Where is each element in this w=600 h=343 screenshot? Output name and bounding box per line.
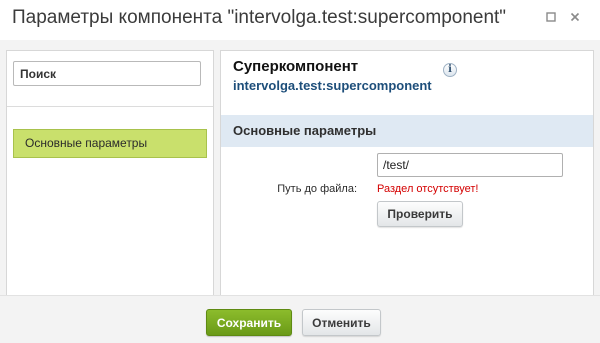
component-id: intervolga.test:supercomponent xyxy=(233,78,432,93)
dialog-title: Параметры компонента "intervolga.test:su… xyxy=(12,7,507,28)
section-header: Основные параметры xyxy=(221,115,593,147)
file-path-label: Путь до файла: xyxy=(277,183,357,195)
sidebar-divider xyxy=(7,106,213,107)
component-name: Суперкомпонент xyxy=(233,58,359,75)
dialog-footer: Сохранить Отменить xyxy=(0,295,600,343)
expand-icon[interactable] xyxy=(543,11,559,27)
info-icon[interactable]: i xyxy=(443,63,457,77)
save-button[interactable]: Сохранить xyxy=(206,309,292,336)
error-message: Раздел отсутствует! xyxy=(377,183,479,195)
sidebar: Основные параметры xyxy=(6,50,214,295)
component-parameters-dialog: Параметры компонента "intervolga.test:su… xyxy=(0,0,600,343)
file-path-input[interactable] xyxy=(377,153,563,177)
parameters-panel: Суперкомпонент intervolga.test:supercomp… xyxy=(220,50,594,295)
check-button[interactable]: Проверить xyxy=(377,201,463,227)
cancel-button[interactable]: Отменить xyxy=(302,309,381,336)
close-icon[interactable] xyxy=(567,11,583,27)
sidebar-item-main-params[interactable]: Основные параметры xyxy=(13,129,207,158)
dialog-body: Основные параметры Суперкомпонент interv… xyxy=(0,40,600,295)
title-bar[interactable]: Параметры компонента "intervolga.test:su… xyxy=(0,0,600,40)
search-input[interactable] xyxy=(13,61,201,86)
